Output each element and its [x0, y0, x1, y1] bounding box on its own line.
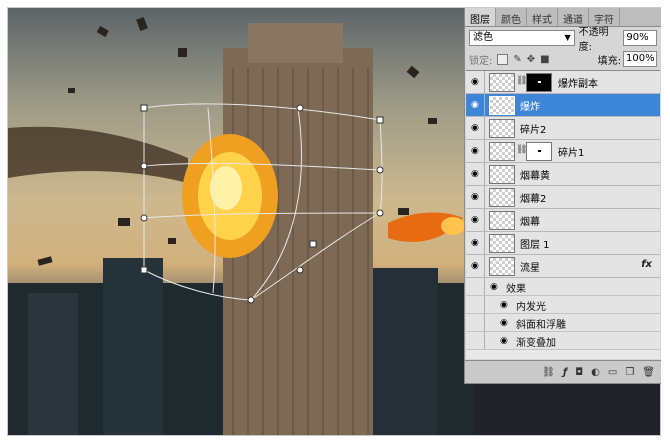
layer-name: 碎片1	[558, 148, 585, 159]
effect-row[interactable]: ◉ 渐变叠加	[466, 332, 660, 350]
layers-panel: 图层 颜色 样式 通道 字符 滤色 ▼ 不透明度: 90% 锁定: ✎ ✥ ■ …	[464, 8, 661, 384]
eye-icon[interactable]: ◉	[471, 77, 479, 87]
eye-icon[interactable]: ◉	[471, 123, 479, 133]
eye-icon[interactable]: ◉	[471, 215, 479, 225]
lock-label: 锁定:	[469, 55, 493, 67]
layer-mask-thumbnail[interactable]	[526, 142, 552, 161]
layer-row[interactable]: ◉ 烟幕	[466, 209, 660, 232]
lock-all-icon[interactable]: ■	[540, 54, 549, 65]
layers-bottom-toolbar: ⛓ ƒ ◘ ◐ ▭ ❐ 🗑	[465, 360, 661, 383]
layer-thumbnail	[489, 96, 515, 115]
layer-name: 烟幕	[520, 217, 540, 228]
tab-layers[interactable]: 图层	[465, 8, 496, 26]
layer-name: 烟幕2	[520, 194, 547, 205]
blend-opacity-row: 滤色 ▼ 不透明度: 90%	[469, 27, 657, 53]
layer-row-selected[interactable]: ◉ 爆炸	[466, 94, 660, 117]
fx-icon[interactable]: ƒ	[563, 367, 567, 378]
layer-name: 爆炸副本	[558, 79, 598, 90]
layer-thumbnail	[489, 188, 515, 207]
eye-icon[interactable]: ◉	[500, 300, 508, 310]
layer-row[interactable]: ◉ ⛓ 爆炸副本	[466, 71, 660, 94]
fill-label: 填充:	[597, 55, 621, 67]
effects-header-row[interactable]: ◉ 效果	[466, 278, 660, 296]
layer-row[interactable]: ◉ 烟幕2	[466, 186, 660, 209]
layer-thumbnail	[489, 165, 515, 184]
panel-tabs: 图层 颜色 样式 通道 字符	[465, 8, 661, 27]
layer-row[interactable]: ◉ 图层 1	[466, 232, 660, 255]
effect-name: 斜面和浮雕	[516, 320, 566, 331]
eye-icon[interactable]: ◉	[471, 192, 479, 202]
layer-name: 爆炸	[520, 102, 540, 113]
layer-thumbnail	[489, 211, 515, 230]
opacity-label: 不透明度:	[578, 27, 609, 53]
blend-mode-value: 滤色	[473, 32, 493, 43]
eye-icon[interactable]: ◉	[471, 169, 479, 179]
opacity-input[interactable]: 90%	[623, 30, 657, 46]
eye-icon[interactable]: ◉	[490, 282, 498, 292]
document-canvas[interactable]	[8, 8, 474, 435]
adjustment-icon[interactable]: ◐	[591, 367, 600, 378]
group-icon[interactable]: ▭	[608, 367, 617, 378]
layer-list[interactable]: ◉ ⛓ 爆炸副本 ◉ 爆炸 ◉ 碎片2 ◉ ⛓ 碎片1 ◉ 烟幕黄 ◉ 烟幕2 …	[466, 70, 660, 359]
layer-mask-thumbnail[interactable]	[526, 73, 552, 92]
layer-row[interactable]: ◉ 流星 fx	[466, 255, 660, 278]
tab-styles[interactable]: 样式	[527, 8, 558, 26]
effect-row[interactable]: ◉ 斜面和浮雕	[466, 314, 660, 332]
eye-icon[interactable]: ◉	[471, 146, 479, 156]
effects-label: 效果	[506, 284, 526, 295]
fill-input[interactable]: 100%	[623, 51, 657, 67]
layer-row[interactable]: ◉ ⛓ 碎片1	[466, 140, 660, 163]
eye-icon[interactable]: ◉	[471, 100, 479, 110]
layer-row[interactable]: ◉ 烟幕黄	[466, 163, 660, 186]
eye-icon[interactable]: ◉	[471, 238, 479, 248]
effect-name: 内发光	[516, 302, 546, 313]
tab-color[interactable]: 颜色	[496, 8, 527, 26]
lock-pixels-icon[interactable]: ✎	[513, 54, 521, 65]
layer-row[interactable]: ◉ 碎片2	[466, 117, 660, 140]
layer-name: 烟幕黄	[520, 171, 550, 182]
chevron-down-icon: ▼	[564, 33, 571, 42]
trash-icon[interactable]: 🗑	[642, 367, 655, 378]
effect-name: 渐变叠加	[516, 338, 556, 349]
layer-thumbnail	[489, 119, 515, 138]
layer-thumbnail	[489, 142, 515, 161]
layer-name: 流星	[520, 263, 540, 274]
lock-position-icon[interactable]: ✥	[527, 54, 535, 65]
layer-thumbnail	[489, 234, 515, 253]
eye-icon[interactable]: ◉	[500, 318, 508, 328]
canvas-artwork	[8, 16, 474, 435]
blend-mode-select[interactable]: 滤色 ▼	[469, 30, 575, 46]
effect-row[interactable]: ◉ 内发光	[466, 296, 660, 314]
layer-name: 图层 1	[520, 240, 550, 251]
lock-fill-row: 锁定: ✎ ✥ ■ 填充: 100%	[469, 51, 657, 67]
layer-thumbnail	[489, 73, 515, 92]
layer-thumbnail	[489, 257, 515, 276]
link-icon[interactable]: ⛓	[542, 367, 555, 378]
lock-transparency-icon[interactable]	[497, 53, 509, 65]
eye-icon[interactable]: ◉	[471, 261, 479, 271]
mask-icon[interactable]: ◘	[575, 367, 583, 378]
layer-name: 碎片2	[520, 125, 547, 136]
fx-icon[interactable]: fx	[641, 259, 652, 270]
new-layer-icon[interactable]: ❐	[625, 367, 634, 378]
eye-icon[interactable]: ◉	[500, 336, 508, 346]
